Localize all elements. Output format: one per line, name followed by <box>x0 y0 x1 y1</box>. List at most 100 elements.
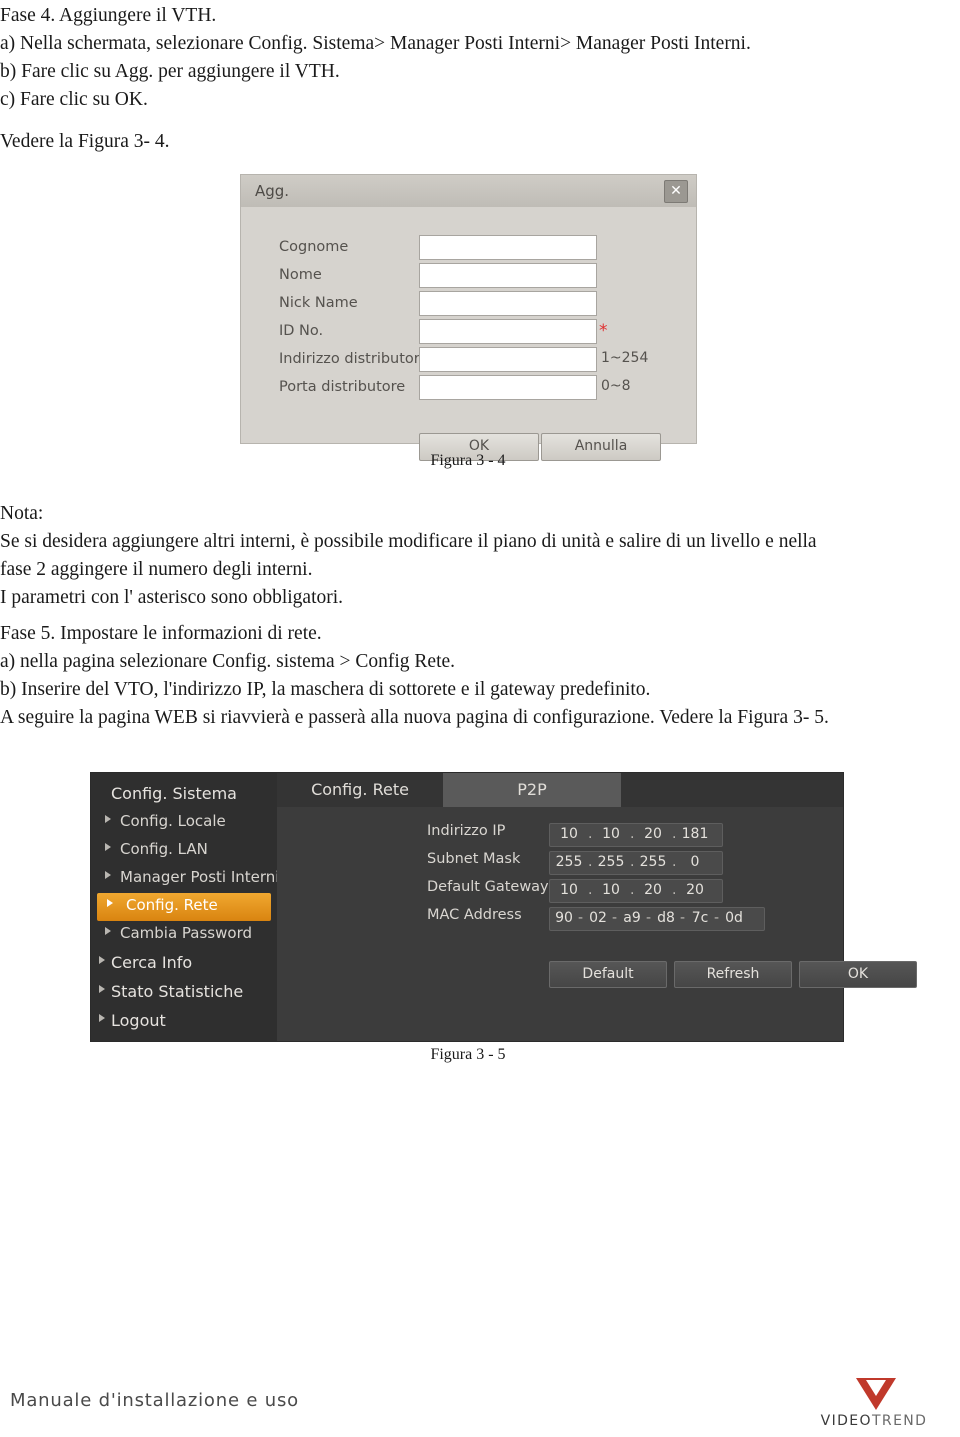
indirizzo-ip-input[interactable]: 10 . 10 . 20 . 181 <box>549 823 723 847</box>
chevron-right-icon <box>105 927 111 935</box>
text-line: Fase 5. Impostare le informazioni di ret… <box>0 623 322 644</box>
form-row: ID No. * <box>241 319 696 347</box>
close-icon[interactable]: ✕ <box>664 180 688 203</box>
sidebar-item-label: Config. LAN <box>120 840 208 858</box>
figure-agg-dialog: Agg. ✕ Cognome Nome Nick Name ID No. * I… <box>240 174 697 461</box>
triangle-logo-inner-icon <box>866 1380 886 1396</box>
field-label: Indirizzo distributore <box>279 351 429 367</box>
dialog-body: Cognome Nome Nick Name ID No. * Indirizz… <box>241 207 696 461</box>
subnet-mask-input[interactable]: 255 . 255 . 255 . 0 <box>549 851 723 875</box>
form-row: Nome <box>241 263 696 291</box>
sidebar: Config. Sistema Config. Locale Config. L… <box>91 773 280 1041</box>
dialog-title: Agg. <box>255 182 290 200</box>
mac-octet: a9 <box>623 910 641 926</box>
figure-34-caption: Figura 3 - 4 <box>430 452 506 469</box>
ip-separator: . <box>588 826 593 842</box>
text-line: a) Nella schermata, selezionare Config. … <box>0 33 751 54</box>
sidebar-item-label: Config. Rete <box>126 896 218 914</box>
refresh-button[interactable]: Refresh <box>674 961 792 988</box>
mac-octet: 7c <box>691 910 709 926</box>
ip-octet: 255 <box>639 854 667 870</box>
sidebar-item-cerca-info[interactable]: Cerca Info <box>91 950 277 978</box>
mac-octet: 0d <box>725 910 743 926</box>
mac-octet: 90 <box>555 910 573 926</box>
chevron-right-icon <box>99 1014 105 1022</box>
mac-octet: d8 <box>657 910 675 926</box>
logo-brand-sub: TREND <box>871 1413 928 1429</box>
text-line: b) Fare clic su Agg. per aggiungere il V… <box>0 61 340 82</box>
footer-manual-text: Manuale d'installazione e uso <box>10 1390 299 1411</box>
indirizzo-distributore-input[interactable] <box>419 347 597 372</box>
required-asterisk-icon: * <box>599 321 608 341</box>
sidebar-item-stato-statistiche[interactable]: Stato Statistiche <box>91 979 277 1007</box>
text-line: a) nella pagina selezionare Config. sist… <box>0 651 456 672</box>
sidebar-item-label: Cambia Password <box>120 924 252 942</box>
ip-octet: 20 <box>686 882 704 898</box>
form-row: Indirizzo IP 10 . 10 . 20 . 181 <box>277 823 843 849</box>
sidebar-item-logout[interactable]: Logout <box>91 1008 277 1036</box>
main-panel: Config. Rete P2P Indirizzo IP 10 . 10 . … <box>277 773 917 1041</box>
ip-separator: . <box>588 854 593 870</box>
ip-octet: 0 <box>690 854 700 870</box>
mac-separator: - <box>646 910 652 926</box>
field-label: Indirizzo IP <box>427 823 506 839</box>
mac-separator: - <box>680 910 686 926</box>
form-row: Indirizzo distributore 1~254 <box>241 347 696 375</box>
chevron-right-icon <box>99 956 105 964</box>
videotrend-logo: VIDEOTREND <box>814 1378 934 1430</box>
sidebar-item-config-lan[interactable]: Config. LAN <box>91 837 277 865</box>
text-line: Vedere la Figura 3- 4. <box>0 131 170 152</box>
chevron-right-icon <box>105 871 111 879</box>
field-label: MAC Address <box>427 907 522 923</box>
sidebar-item-config-sistema[interactable]: Config. Sistema <box>91 781 277 809</box>
sidebar-item-label: Stato Statistiche <box>111 982 244 1001</box>
ip-separator: . <box>672 826 677 842</box>
sidebar-item-cambia-password[interactable]: Cambia Password <box>91 921 277 949</box>
field-label: ID No. <box>279 323 324 339</box>
chevron-right-icon <box>99 985 105 993</box>
field-label: Nick Name <box>279 295 358 311</box>
chevron-right-icon <box>105 815 111 823</box>
sidebar-item-manager-posti-interni[interactable]: Manager Posti Interni <box>91 865 280 893</box>
ok-button[interactable]: OK <box>799 961 917 988</box>
field-label: Default Gateway <box>427 879 549 895</box>
ip-separator: . <box>630 854 635 870</box>
text-line: I parametri con l' asterisco sono obblig… <box>0 587 344 608</box>
sidebar-item-label: Cerca Info <box>111 953 193 972</box>
sidebar-item-config-rete[interactable]: Config. Rete <box>97 893 271 921</box>
sidebar-item-config-locale[interactable]: Config. Locale <box>91 809 277 837</box>
porta-distributore-input[interactable] <box>419 375 597 400</box>
sidebar-item-label: Logout <box>111 1011 166 1030</box>
default-gateway-input[interactable]: 10 . 10 . 20 . 20 <box>549 879 723 903</box>
nickname-input[interactable] <box>419 291 597 316</box>
text-line: Fase 4. Aggiungere il VTH. <box>0 5 217 26</box>
tab-config-rete[interactable]: Config. Rete <box>277 773 443 807</box>
logo-brand-main: VIDEO <box>820 1413 872 1429</box>
text-line: fase 2 aggingere il numero degli interni… <box>0 559 313 580</box>
chevron-right-icon <box>107 899 113 907</box>
sidebar-item-label: Config. Locale <box>120 812 226 830</box>
nome-input[interactable] <box>419 263 597 288</box>
text-line: A seguire la pagina WEB si riavvierà e p… <box>0 707 829 728</box>
text-line: b) Inserire del VTO, l'indirizzo IP, la … <box>0 679 651 700</box>
text-line: c) Fare clic su OK. <box>0 89 148 110</box>
default-button[interactable]: Default <box>549 961 667 988</box>
ip-octet: 255 <box>555 854 583 870</box>
form-row: Nick Name <box>241 291 696 319</box>
form-row: Subnet Mask 255 . 255 . 255 . 0 <box>277 851 843 877</box>
id-no-input[interactable] <box>419 319 597 344</box>
ip-octet: 20 <box>644 882 662 898</box>
text-line: Se si desidera aggiungere altri interni,… <box>0 531 817 552</box>
tab-bar: Config. Rete P2P <box>277 773 843 807</box>
tab-p2p[interactable]: P2P <box>443 773 621 807</box>
ip-octet: 10 <box>560 882 578 898</box>
mac-octet: 02 <box>589 910 607 926</box>
text-line: Nota: <box>0 503 44 524</box>
field-label: Nome <box>279 267 322 283</box>
field-label: Cognome <box>279 239 349 255</box>
dialog-titlebar: Agg. ✕ <box>241 175 696 208</box>
cognome-input[interactable] <box>419 235 597 260</box>
ip-separator: . <box>672 854 677 870</box>
figure-config-window: Config. Sistema Config. Locale Config. L… <box>90 772 917 1042</box>
sidebar-item-label: Manager Posti Interni <box>120 868 280 886</box>
